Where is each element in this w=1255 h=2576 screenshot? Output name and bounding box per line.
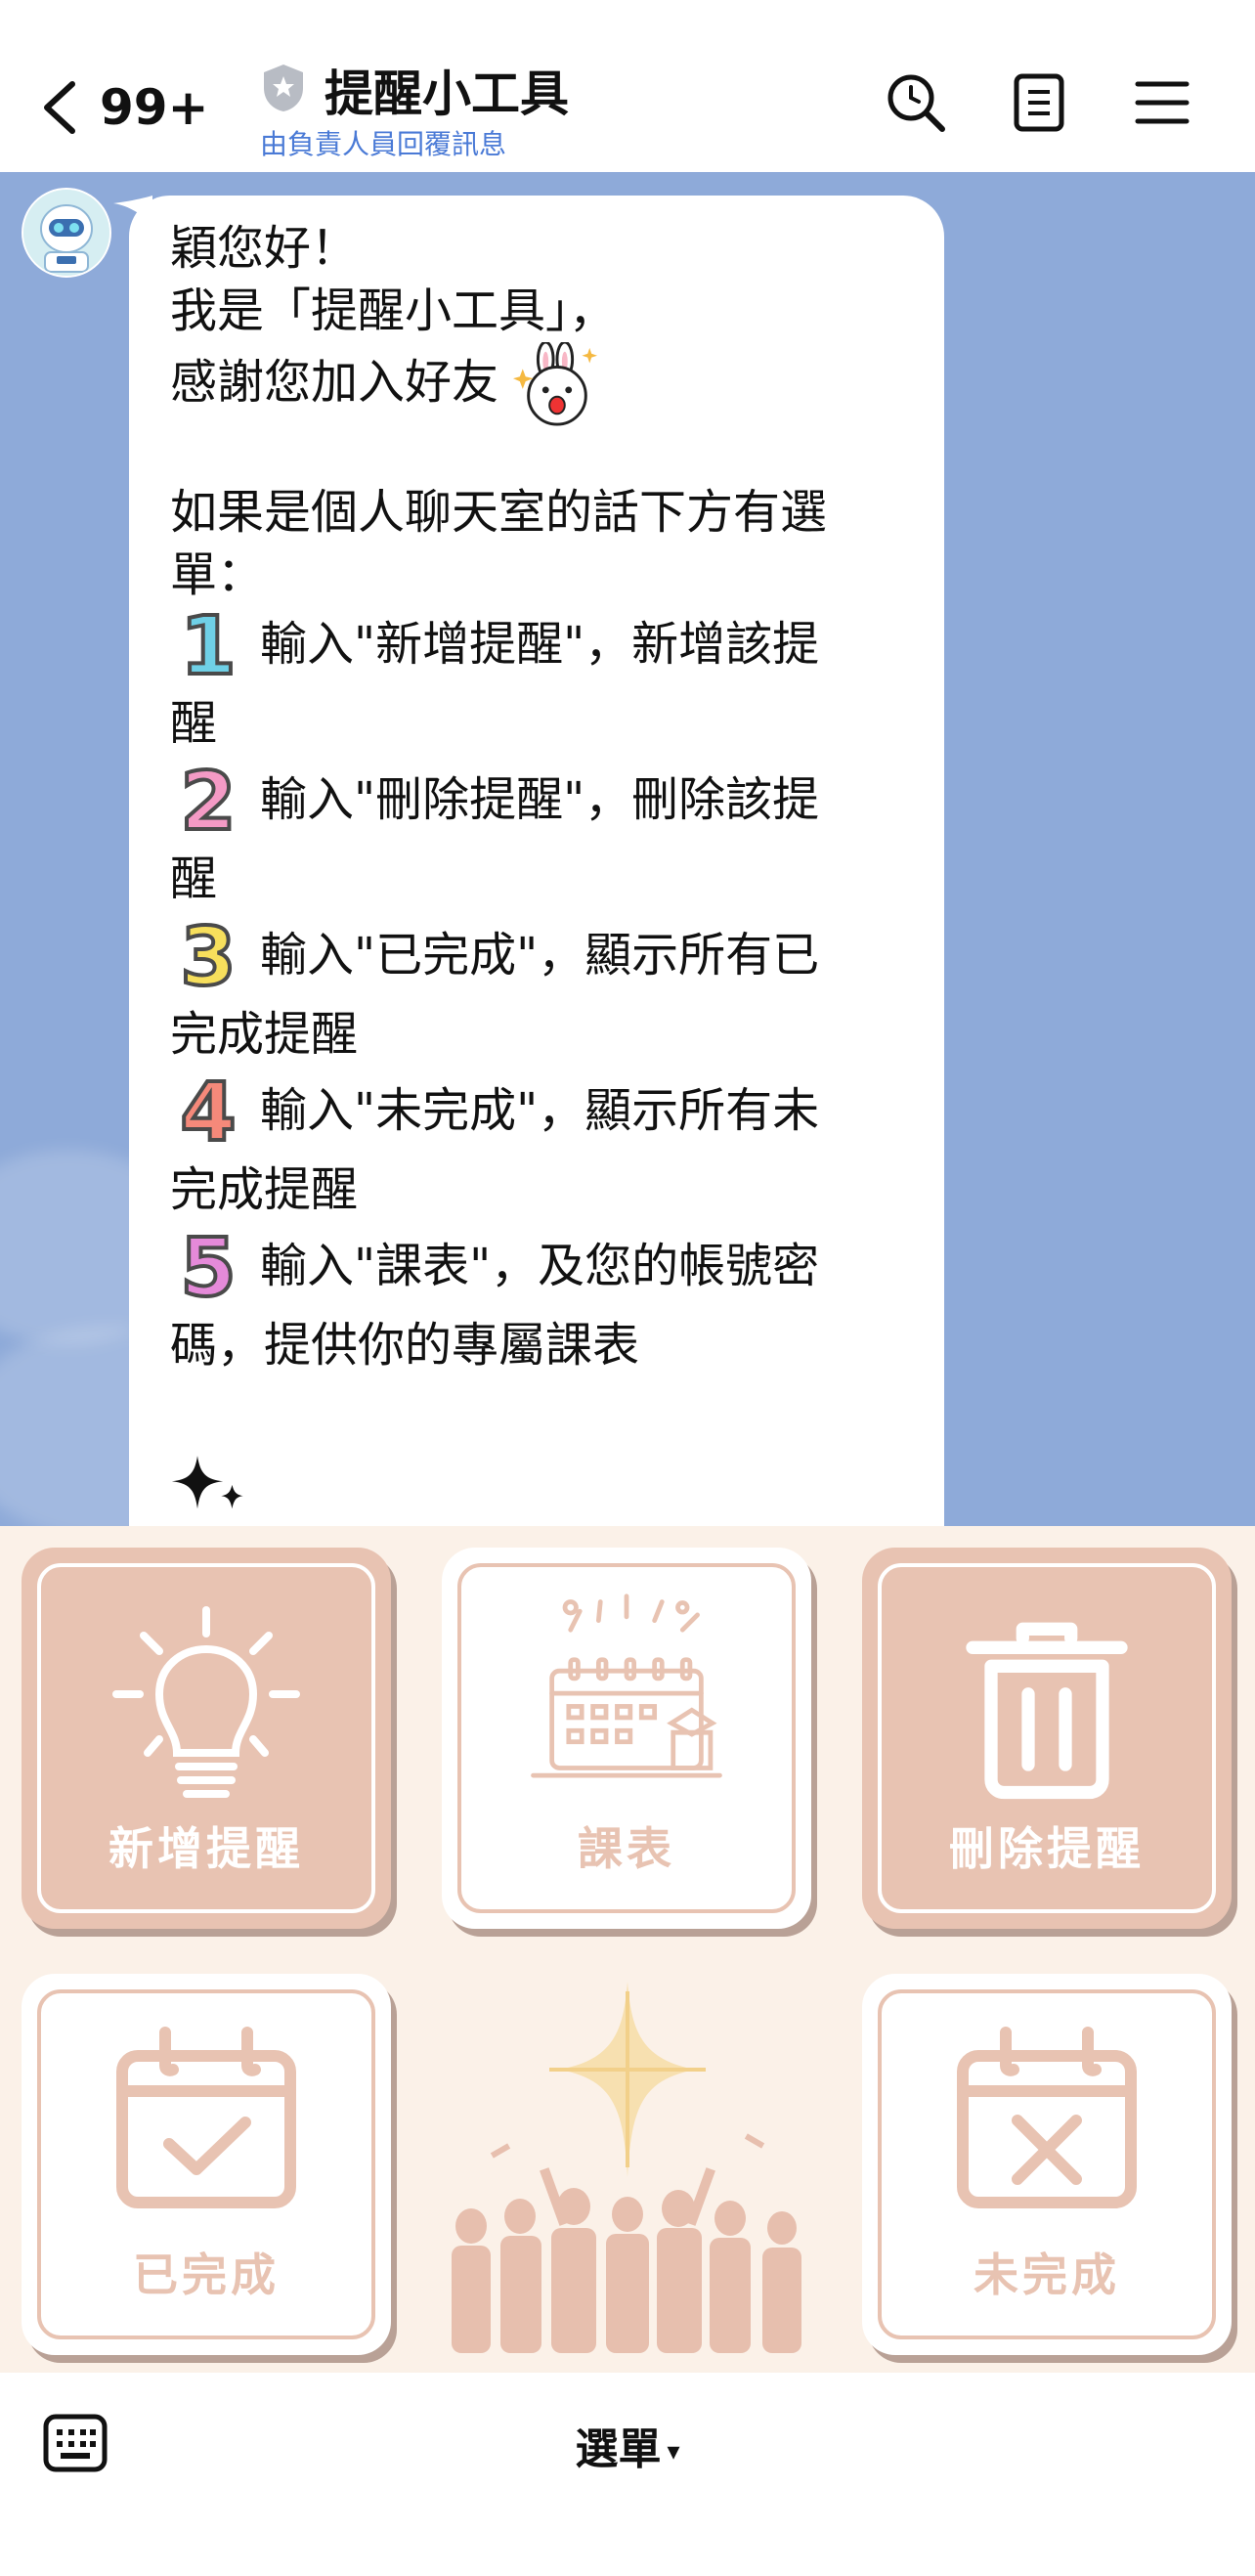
incomplete-button[interactable]: 未完成 (862, 1974, 1232, 2355)
tile-label: 刪除提醒 (949, 1822, 1145, 1875)
item-line-2: 完成提醒 (170, 1162, 359, 1217)
item-line-1: 輸入"課表"，及您的帳號密 (260, 1239, 820, 1293)
item-line-2: 碼，提供你的專屬課表 (170, 1318, 640, 1373)
rich-menu: 新增提醒 課表 刪除提醒 已完成 未完成 (0, 1526, 1255, 2373)
delete-reminder-button[interactable]: 刪除提醒 (862, 1548, 1232, 1929)
menu-toggle-label: 選單 (575, 2424, 662, 2474)
tile-label: 未完成 (974, 2249, 1120, 2301)
tile-label: 新增提醒 (108, 1822, 304, 1875)
number-5-icon: 5 (178, 1222, 238, 1315)
bunny-sticker-icon (513, 340, 598, 426)
add-reminder-button[interactable]: 新增提醒 (22, 1548, 391, 1929)
notes-icon (1014, 73, 1064, 132)
number-1-icon: 1 (178, 600, 238, 693)
timetable-button[interactable]: 課表 (442, 1548, 811, 1929)
back-button[interactable]: 99+ (39, 68, 235, 147)
menu-toggle-button[interactable]: 選單 ▾ (0, 2414, 1255, 2476)
notes-button[interactable] (1007, 70, 1071, 135)
item-line-2: 完成提醒 (170, 1007, 359, 1062)
bot-avatar[interactable] (22, 188, 111, 278)
item-line-1: 輸入"刪除提醒"，刪除該提 (260, 772, 820, 827)
message-thanks-row: 感謝您加入好友 (170, 340, 913, 426)
calendar-check-icon (116, 2027, 296, 2208)
back-chevron-icon (44, 81, 75, 134)
number-2-icon: 2 (178, 756, 238, 849)
robot-avatar-icon (23, 190, 109, 276)
search-button[interactable] (884, 70, 948, 135)
chat-title[interactable]: 提醒小工具 (325, 55, 569, 125)
message-text: 穎您好！ 我是「提醒小工具」， 感謝您加入好友 如果是個人聊天室的話下方有選 單… (170, 217, 913, 1526)
menu-intro-1: 如果是個人聊天室的話下方有選 (170, 485, 828, 540)
chat-area[interactable]: 穎您好！ 我是「提醒小工具」， 感謝您加入好友 如果是個人聊天室的話下方有選 單… (0, 172, 1255, 1526)
list-item: 3 輸入"已完成"，顯示所有已 完成提醒 (170, 911, 913, 1072)
sparkle-icon (171, 1456, 243, 1509)
item-line-1: 輸入"未完成"，顯示所有未 (260, 1083, 820, 1138)
list-item: 5 輸入"課表"，及您的帳號密 碼，提供你的專屬課表 (170, 1222, 913, 1383)
item-line-2: 醒 (170, 696, 218, 751)
chat-header: 99+ 提醒小工具 由負責人員回覆訊息 (0, 0, 1255, 172)
completed-button[interactable]: 已完成 (22, 1974, 391, 2355)
list-item: 2 輸入"刪除提醒"，刪除該提 醒 (170, 756, 913, 917)
list-item: 4 輸入"未完成"，顯示所有未 完成提醒 (170, 1067, 913, 1228)
caret-down-icon: ▾ (667, 2437, 680, 2467)
unread-count: 99+ (100, 79, 209, 136)
calendar-celebration-icon (531, 1594, 722, 1778)
search-icon (887, 74, 945, 132)
trash-icon (966, 1622, 1128, 1800)
tile-label: 已完成 (133, 2249, 280, 2301)
menu-intro-2: 單： (170, 547, 265, 602)
number-4-icon: 4 (178, 1067, 238, 1159)
shield-icon (264, 65, 303, 111)
item-line-1: 輸入"新增提醒"，新增該提 (260, 617, 820, 672)
more-menu-button[interactable] (1130, 70, 1194, 135)
list-item: 1 輸入"新增提醒"，新增該提 醒 (170, 600, 913, 762)
graduates-silhouette-decoration (452, 1982, 801, 2353)
item-line-1: 輸入"已完成"，顯示所有已 (260, 928, 820, 982)
bottom-bar: 選單 ▾ (0, 2373, 1255, 2576)
message-greeting: 穎您好！ (170, 221, 359, 276)
chat-subtitle[interactable]: 由負責人員回覆訊息 (260, 123, 506, 162)
number-3-icon: 3 (178, 911, 238, 1004)
message-intro: 我是「提醒小工具」， (170, 284, 617, 338)
calendar-x-icon (957, 2027, 1137, 2208)
menu-icon (1135, 81, 1190, 124)
message-thanks: 感謝您加入好友 (170, 355, 499, 410)
lightbulb-icon (112, 1606, 300, 1798)
tile-label: 課表 (578, 1822, 675, 1875)
item-line-2: 醒 (170, 851, 218, 906)
